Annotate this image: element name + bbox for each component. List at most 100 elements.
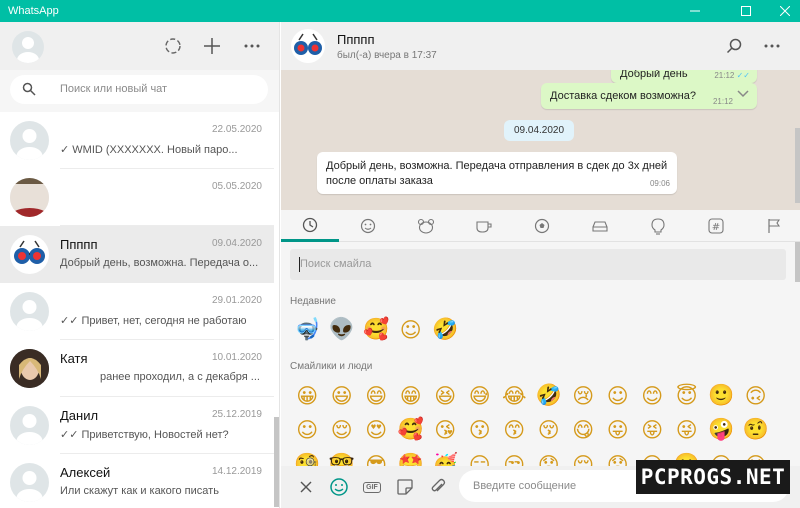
emoji-cell[interactable]: 😜 [670, 413, 705, 446]
menu-icon[interactable] [760, 34, 784, 58]
emoji-cell[interactable]: 🤣 [428, 313, 463, 346]
message-outgoing[interactable]: Доставка сдеком возможна? 21:12 [541, 83, 757, 109]
status-icon[interactable] [161, 34, 185, 58]
conversation-header[interactable]: Ппппп был(-а) вчера в 17:37 [281, 22, 800, 70]
emoji-cell[interactable]: 😇 [670, 379, 705, 412]
emoji-cell[interactable]: 🤩 [394, 448, 429, 466]
symbols-icon[interactable]: # [687, 210, 745, 242]
chat-name: Алексей [60, 465, 111, 480]
chat-item[interactable]: Катя 10.01.2020 ранее проходил, а с дека… [0, 340, 274, 397]
emoji-cell[interactable]: 🥳 [428, 448, 463, 466]
emoji-cell[interactable]: 😄 [359, 379, 394, 412]
contact-avatar[interactable] [291, 29, 325, 63]
emoji-cell[interactable]: 🤪 [704, 413, 739, 446]
emoji-search-input[interactable]: Поиск смайла [290, 249, 786, 280]
chat-item[interactable]: 29.01.2020 ✓✓ Привет, нет, сегодня не ра… [0, 283, 274, 340]
emoji-cell[interactable]: 😚 [532, 413, 567, 446]
emoji-cell[interactable]: 😔 [566, 448, 601, 467]
close-button[interactable] [770, 0, 800, 22]
new-chat-icon[interactable] [200, 34, 224, 58]
message-text: Доставка сдеком возможна? [550, 90, 696, 102]
emoji-cell[interactable]: 👽 [325, 313, 360, 346]
chat-item[interactable]: 22.05.2020 ✓ WMID (XXXXXXX. Новый паро..… [0, 112, 274, 169]
bulb-icon[interactable] [629, 210, 687, 242]
emoji-cell[interactable]: 😏 [463, 448, 498, 467]
sport-icon[interactable] [513, 210, 571, 242]
watermark: PCPROGS.NET [636, 460, 790, 494]
emoji-cell[interactable]: 😍 [359, 413, 394, 446]
minimize-button[interactable] [680, 0, 710, 22]
people-emoji-row: 😀 😃 😄 😁 😆 😅 😂 🤣 😢 ☺ 😊 😇 🙂 🙃 [290, 379, 773, 412]
emoji-cell[interactable]: 😅 [463, 379, 498, 412]
emoji-cell[interactable]: 🙃 [739, 379, 774, 412]
search-icon[interactable] [722, 34, 746, 58]
emoji-icon[interactable] [327, 475, 351, 499]
emoji-cell[interactable]: 🥰 [359, 313, 394, 346]
chat-date: 14.12.2019 [211, 466, 262, 477]
emoji-cell[interactable]: 😒 [497, 448, 532, 467]
emoji-scrollbar[interactable] [795, 242, 800, 282]
emoji-cell[interactable]: 😂 [497, 379, 532, 412]
car-icon[interactable] [571, 210, 629, 242]
emoji-cell[interactable]: 🙂 [704, 379, 739, 412]
chat-item[interactable]: Данил 25.12.2019 ✓✓ Приветствую, Новосте… [0, 397, 274, 454]
chat-name: Катя [60, 351, 88, 366]
flag-icon[interactable] [745, 210, 800, 242]
svg-text:#: # [712, 222, 720, 233]
recent-emoji-row: 🤿 👽 🥰 ☺ 🤣 [290, 313, 463, 346]
chat-name: Данил [60, 408, 99, 423]
close-icon[interactable] [294, 475, 318, 499]
emoji-cell[interactable]: ☺ [290, 413, 325, 446]
search-icon [22, 82, 36, 101]
message-incoming[interactable]: Добрый день, возможна. Передача отправле… [317, 152, 677, 194]
maximize-button[interactable] [731, 0, 761, 22]
smiley-icon[interactable] [339, 210, 397, 242]
chat-item[interactable]: Ппппп 09.04.2020 Добрый день, возможна. … [0, 226, 274, 283]
chevron-down-icon[interactable] [737, 89, 749, 101]
gif-icon[interactable]: GIF [360, 475, 384, 499]
emoji-cell[interactable]: 😝 [635, 413, 670, 446]
emoji-cell[interactable]: 😞 [532, 448, 567, 467]
emoji-cell[interactable]: 😢 [566, 379, 601, 412]
people-section-label: Смайлики и люди [290, 361, 373, 372]
emoji-cell[interactable]: 😁 [394, 379, 429, 412]
emoji-cell[interactable]: 🤿 [290, 313, 325, 346]
search-input[interactable]: Поиск или новый чат [10, 75, 268, 104]
chat-item[interactable]: 05.05.2020 [0, 169, 274, 226]
menu-icon[interactable] [240, 34, 264, 58]
recent-icon[interactable] [281, 210, 339, 242]
emoji-cell[interactable]: ☺ [394, 313, 429, 346]
date-chip: 09.04.2020 [504, 120, 575, 141]
emoji-cell[interactable]: 😊 [635, 379, 670, 412]
emoji-cell[interactable]: 😋 [566, 413, 601, 446]
emoji-cell[interactable]: 🧐 [290, 448, 325, 466]
emoji-cell[interactable]: ☺ [601, 379, 636, 412]
message-scrollbar[interactable] [795, 128, 800, 203]
food-icon[interactable] [455, 210, 513, 242]
emoji-cell[interactable]: 😌 [325, 413, 360, 446]
emoji-cell[interactable]: 😙 [497, 413, 532, 446]
emoji-cell[interactable]: 😟 [601, 448, 636, 467]
emoji-cell[interactable]: 😘 [428, 413, 463, 446]
chat-preview: ✓✓ Привет, нет, сегодня не работаю [60, 315, 247, 327]
animal-icon[interactable] [397, 210, 455, 242]
attach-icon[interactable] [426, 475, 450, 499]
message-time: 09:06 [649, 179, 670, 188]
emoji-cell[interactable]: 😎 [359, 448, 394, 467]
contact-status: был(-а) вчера в 17:37 [337, 50, 437, 61]
emoji-cell[interactable]: 🥰 [394, 413, 429, 446]
my-avatar[interactable] [12, 31, 44, 63]
emoji-cell[interactable]: 😗 [463, 413, 498, 446]
message-outgoing[interactable]: Добрый день 21:12 ✓✓ [611, 70, 757, 83]
emoji-cell[interactable]: 😆 [428, 379, 463, 412]
chat-item[interactable]: Алексей 14.12.2019 Или скажут как и како… [0, 454, 274, 508]
contact-name: Ппппп [337, 32, 375, 47]
emoji-cell[interactable]: 🤨 [739, 413, 774, 446]
emoji-cell[interactable]: 😀 [290, 379, 325, 412]
emoji-cell[interactable]: 🤓 [325, 448, 360, 466]
emoji-cell[interactable]: 😃 [325, 379, 360, 412]
emoji-cell[interactable]: 😛 [601, 413, 636, 446]
sticker-icon[interactable] [393, 475, 417, 499]
emoji-cell[interactable]: 🤣 [532, 379, 567, 412]
chat-list-scrollbar[interactable] [274, 417, 279, 507]
